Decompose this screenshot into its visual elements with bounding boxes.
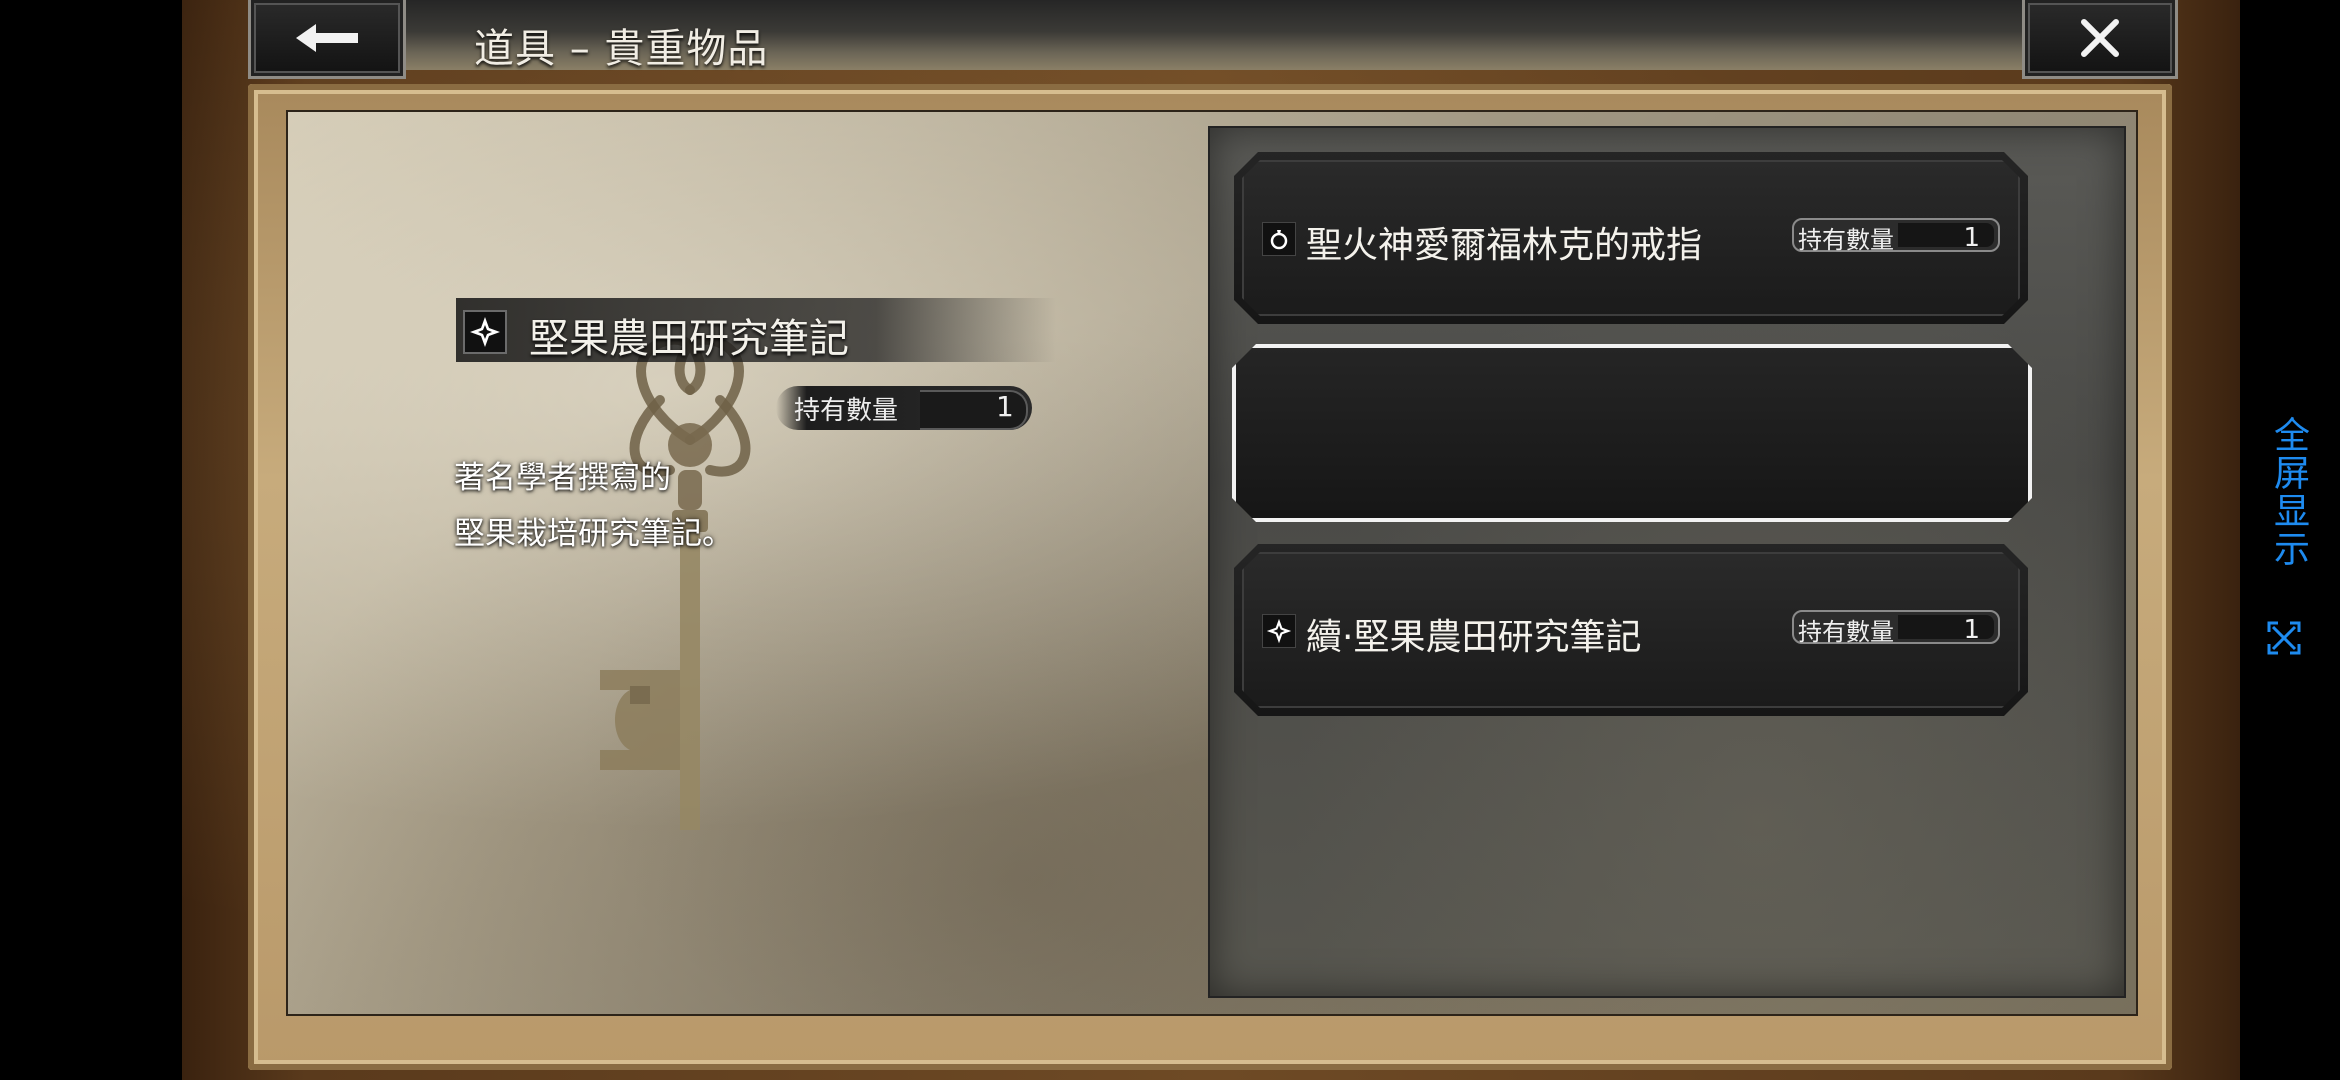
diamond-sparkle-icon [1266, 422, 1292, 448]
close-button[interactable] [2022, 0, 2178, 79]
item-quantity-value: 1 [1963, 419, 1980, 449]
ring-icon [1267, 227, 1291, 251]
fullscreen-icon [2267, 621, 2301, 655]
detail-quantity-value: 1 [996, 390, 1014, 423]
list-item-nut-notes-continued[interactable]: 續·堅果農田研究筆記 持有數量 1 [1234, 544, 2028, 716]
list-item-nut-notes[interactable]: 堅果農田研究筆記 持有數量 1 [1234, 348, 2028, 520]
diamond-sparkle-icon [470, 317, 500, 347]
item-name: 聖火神愛爾福林克的戒指 [1306, 225, 1703, 266]
item-quantity-label: 持有數量 [1798, 422, 1894, 450]
item-name: 續·堅果農田研究筆記 [1306, 617, 1642, 658]
close-icon [2081, 19, 2119, 57]
item-quantity-value: 1 [1963, 223, 1980, 253]
fullscreen-label: 全屏显示 [2268, 416, 2309, 568]
detail-description-line-1: 著名學者撰寫的 [454, 460, 671, 496]
list-item-ring[interactable]: 聖火神愛爾福林克的戒指 持有數量 1 [1234, 152, 2028, 324]
item-quantity-badge: 持有數量 1 [1792, 414, 2000, 448]
page-title: 道具 – 貴重物品 [474, 26, 769, 72]
item-quantity-label: 持有數量 [1798, 618, 1894, 646]
item-quantity-badge: 持有數量 1 [1792, 610, 2000, 644]
item-name: 堅果農田研究筆記 [1306, 421, 1595, 462]
item-icon [1262, 222, 1296, 256]
detail-item-name: 堅果農田研究筆記 [529, 316, 849, 362]
diamond-sparkle-icon [1266, 618, 1292, 644]
item-quantity-label: 持有數量 [1798, 226, 1894, 254]
back-arrow-icon [296, 24, 358, 52]
item-icon [1262, 418, 1296, 452]
back-button[interactable] [248, 0, 406, 79]
key-illustration [600, 334, 751, 830]
item-quantity-value: 1 [1963, 615, 1980, 645]
detail-item-icon [463, 310, 507, 354]
item-quantity-badge: 持有數量 1 [1792, 218, 2000, 252]
item-icon [1262, 614, 1296, 648]
detail-description-line-2: 堅果栽培研究筆記。 [454, 516, 733, 552]
detail-quantity-label: 持有數量 [794, 396, 899, 426]
